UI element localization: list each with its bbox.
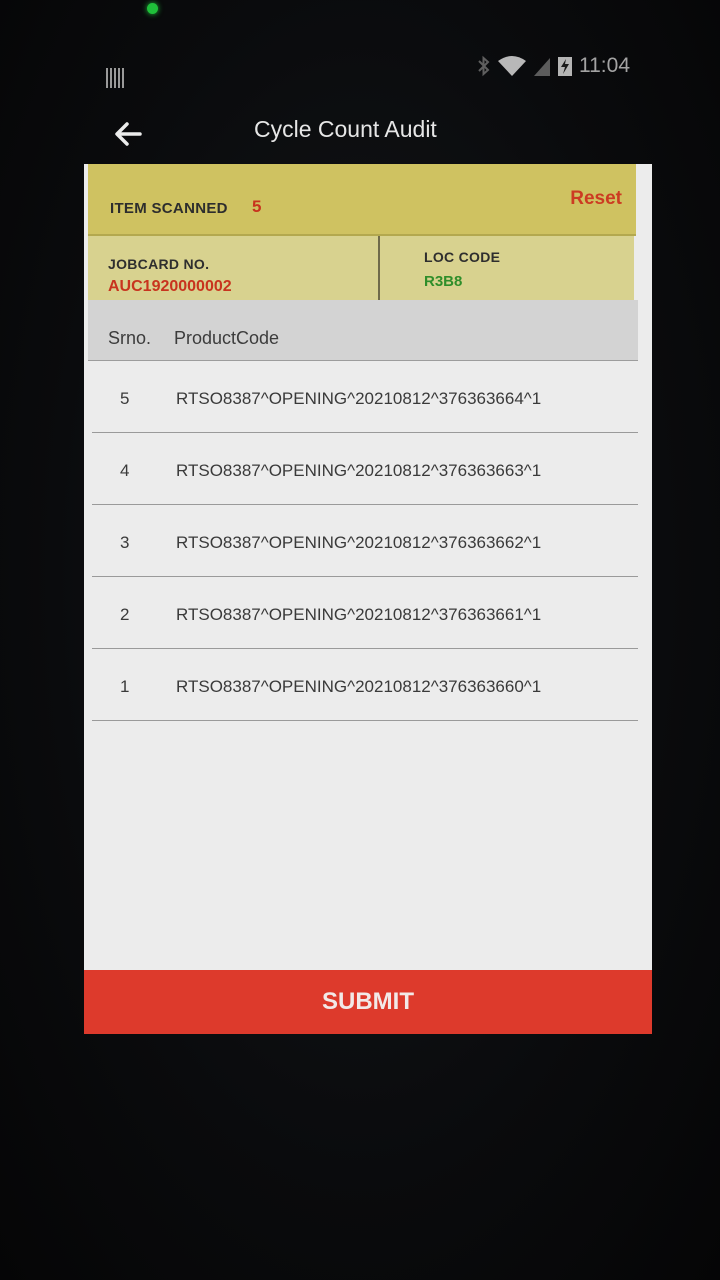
cell-srno: 2 (120, 605, 130, 624)
wifi-icon (497, 55, 527, 77)
column-header-srno: Srno. (108, 328, 152, 348)
table-row[interactable]: 5 RTSO8387^OPENING^20210812^376363664^1 (92, 361, 638, 433)
cell-srno: 1 (120, 677, 130, 696)
arrow-left-icon (115, 122, 142, 146)
cell-product-code: RTSO8387^OPENING^20210812^376363660^1 (176, 677, 542, 696)
cell-product-code: RTSO8387^OPENING^20210812^376363663^1 (176, 461, 542, 480)
table-row[interactable]: 2 RTSO8387^OPENING^20210812^376363661^1 (92, 577, 638, 649)
submit-button[interactable]: SUBMIT (84, 970, 652, 1034)
device-screen: 11:04 Cycle Count Audit ITEM SCANNED 5 R… (0, 0, 720, 1280)
cell-srno: 3 (120, 533, 130, 552)
cell-product-code: RTSO8387^OPENING^20210812^376363662^1 (176, 533, 542, 552)
reset-button[interactable]: Reset (570, 188, 622, 210)
table-row[interactable]: 3 RTSO8387^OPENING^20210812^376363662^1 (92, 505, 638, 577)
column-header-productcode: ProductCode (174, 328, 280, 348)
jobcard-value: AUC1920000002 (108, 278, 232, 295)
cell-product-code: RTSO8387^OPENING^20210812^376363661^1 (176, 605, 542, 624)
page-title: Cycle Count Audit (254, 116, 437, 142)
status-time: 11:04 (579, 54, 630, 77)
back-button[interactable] (110, 116, 150, 156)
jobcard-label: JOBCARD NO. (108, 256, 210, 272)
loc-code-value: R3B8 (424, 273, 463, 290)
item-scanned-label: ITEM SCANNED (110, 200, 228, 217)
notification-led (147, 3, 158, 14)
loc-code-cell: LOC CODE R3B8 (380, 236, 634, 300)
table-row[interactable]: 4 RTSO8387^OPENING^20210812^376363663^1 (92, 433, 638, 505)
table-body[interactable]: 5 RTSO8387^OPENING^20210812^376363664^1 … (92, 361, 638, 721)
table-row[interactable]: 1 RTSO8387^OPENING^20210812^376363660^1 (92, 649, 638, 721)
item-scanned-count: 5 (252, 197, 262, 216)
jobcard-cell: JOBCARD NO. AUC1920000002 (88, 236, 380, 300)
table-header: Srno. ProductCode (88, 300, 638, 361)
loc-code-label: LOC CODE (424, 249, 501, 265)
status-icons: 11:04 (477, 54, 630, 78)
cell-product-code: RTSO8387^OPENING^20210812^376363664^1 (176, 389, 542, 408)
battery-charging-icon (557, 55, 573, 77)
signal-icon (533, 55, 551, 77)
scan-summary-bar: ITEM SCANNED 5 Reset (88, 164, 636, 236)
barcode-icon (106, 68, 124, 88)
audit-panel: ITEM SCANNED 5 Reset JOBCARD NO. AUC1920… (84, 164, 652, 1034)
status-bar: 11:04 (100, 52, 630, 88)
bluetooth-icon (477, 55, 491, 77)
info-row: JOBCARD NO. AUC1920000002 LOC CODE R3B8 (88, 236, 634, 300)
cell-srno: 5 (120, 389, 130, 408)
cell-srno: 4 (120, 461, 130, 480)
app-bar: Cycle Count Audit (80, 100, 640, 164)
